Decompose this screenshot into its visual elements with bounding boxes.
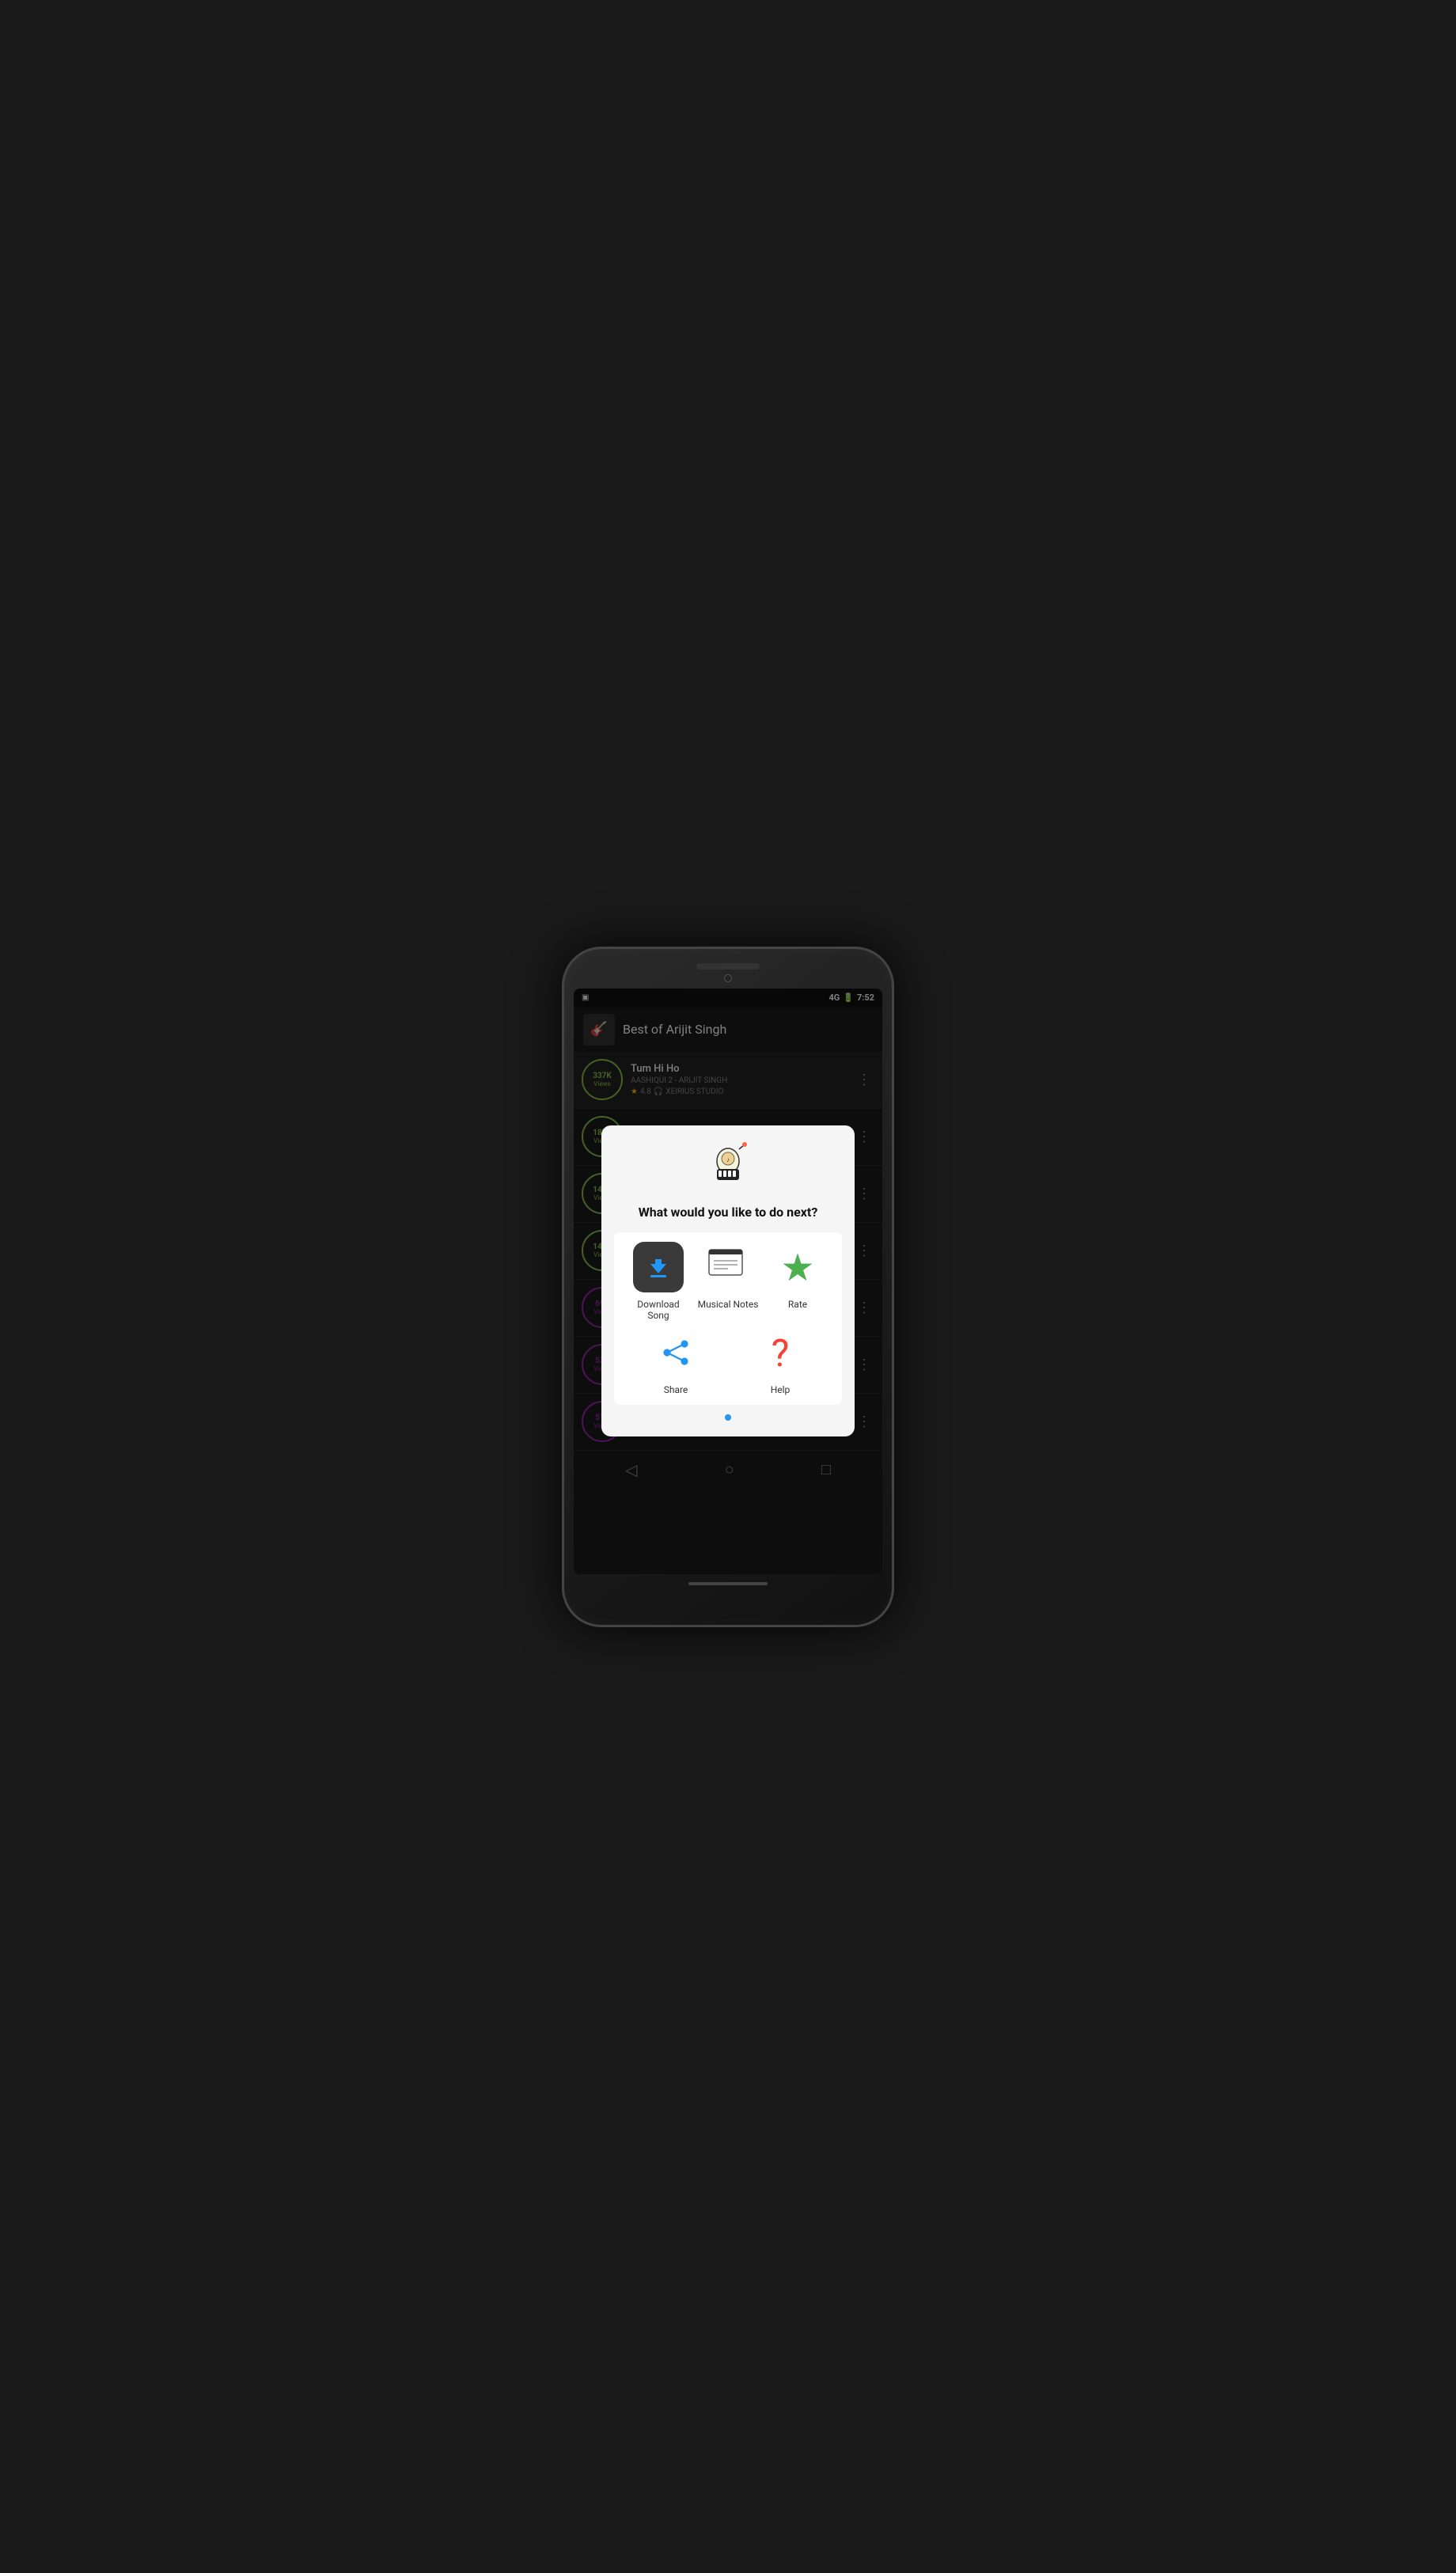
grid-row-1: Download Song ♪ xyxy=(624,1242,832,1321)
rate-button[interactable]: ★ Rate xyxy=(766,1242,829,1321)
download-song-button[interactable]: Download Song xyxy=(627,1242,690,1321)
action-dialog: ♪ What would you like to do next? xyxy=(601,1125,855,1436)
grid-row-2: Share ? Help xyxy=(624,1327,832,1395)
download-icon xyxy=(633,1242,684,1292)
musical-notes-button[interactable]: ♪ ♫ Musical Notes xyxy=(696,1242,760,1321)
rate-label: Rate xyxy=(788,1299,807,1310)
help-button[interactable]: ? Help xyxy=(749,1327,812,1395)
share-icon xyxy=(650,1327,701,1378)
home-bar-line xyxy=(688,1582,768,1585)
svg-text:♪: ♪ xyxy=(726,1156,730,1163)
rate-icon: ★ xyxy=(772,1242,823,1292)
help-label: Help xyxy=(771,1384,791,1395)
camera xyxy=(724,974,732,982)
notes-label: Musical Notes xyxy=(698,1299,759,1310)
phone-screen: ▣ 4G 🔋 7:52 🎸 Best of Arijit Singh 337K … xyxy=(574,989,882,1574)
dot-active xyxy=(725,1414,731,1421)
dialog-title: What would you like to do next? xyxy=(614,1205,842,1220)
mascot-svg: ♪ xyxy=(704,1141,752,1189)
share-label: Share xyxy=(664,1384,688,1395)
dialog-dots xyxy=(614,1414,842,1421)
dialog-mascot: ♪ xyxy=(614,1141,842,1198)
dialog-overlay: ♪ What would you like to do next? xyxy=(574,989,882,1574)
dialog-grid: Download Song ♪ xyxy=(614,1232,842,1405)
svg-text:♪ ♫: ♪ ♫ xyxy=(712,1254,719,1259)
home-bar xyxy=(574,1582,882,1585)
help-question-icon: ? xyxy=(772,1330,790,1376)
share-button[interactable]: Share xyxy=(644,1327,707,1395)
help-icon: ? xyxy=(755,1327,806,1378)
star-green-icon: ★ xyxy=(780,1245,814,1290)
speaker xyxy=(696,963,760,970)
notes-icon: ♪ ♫ xyxy=(703,1242,753,1292)
phone-frame: ▣ 4G 🔋 7:52 🎸 Best of Arijit Singh 337K … xyxy=(562,947,894,1627)
download-label: Download Song xyxy=(627,1299,690,1321)
